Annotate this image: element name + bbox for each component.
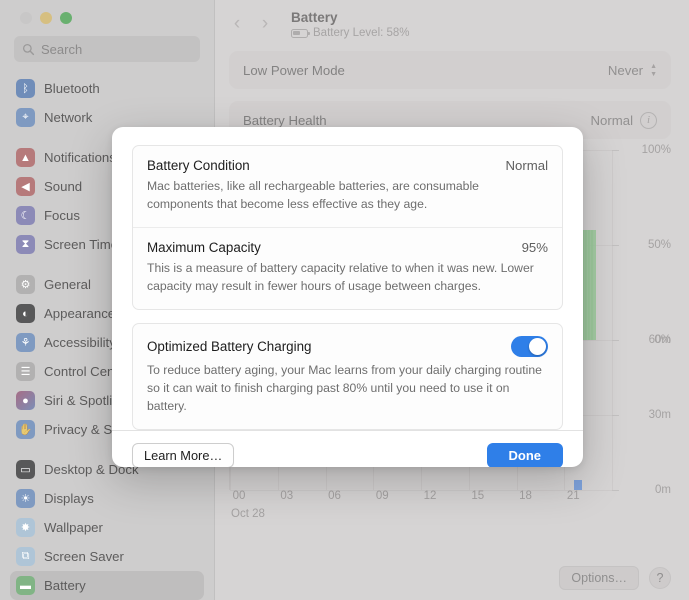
maximum-capacity-value: 95%: [521, 239, 548, 255]
network-icon: ⌖: [16, 108, 35, 127]
sidebar-item-label: Displays: [44, 491, 94, 506]
zoom-button[interactable]: [60, 12, 72, 24]
search-placeholder: Search: [41, 41, 83, 57]
optimized-charging-toggle[interactable]: [511, 335, 548, 357]
appearance-icon: ◐: [16, 304, 35, 323]
sidebar-item-wallpaper[interactable]: ✸ Wallpaper: [10, 513, 204, 542]
siri-icon: ●: [16, 391, 35, 410]
sidebar-item-displays[interactable]: ☀ Displays: [10, 484, 204, 513]
sidebar-item-label: Accessibility: [44, 335, 116, 350]
battery-condition-value: Normal: [505, 158, 549, 173]
battery-health-dialog: Battery Condition Normal Mac batteries, …: [112, 127, 583, 467]
battery-condition-description: Mac batteries, like all rechargeable bat…: [147, 179, 479, 211]
notifications-icon: ▲: [16, 148, 35, 167]
system-settings-window: Search ᛒ Bluetooth ⌖ Network ▲ Notifications ◀…: [0, 0, 689, 600]
displays-icon: ☀: [16, 489, 35, 508]
battery-condition-section: Battery Condition Normal Mac batteries, …: [133, 146, 562, 227]
optimized-charging-title: Optimized Battery Charging: [147, 338, 312, 354]
sidebar-item-label: Screen Saver: [44, 549, 124, 564]
desktop-dock-icon: ▭: [16, 460, 35, 479]
sidebar-item-bluetooth[interactable]: ᛒ Bluetooth: [10, 74, 204, 103]
sidebar-item-label: Wallpaper: [44, 520, 103, 535]
search-input[interactable]: Search: [14, 36, 200, 62]
maximum-capacity-title: Maximum Capacity: [147, 239, 261, 255]
general-icon: ⚙: [16, 275, 35, 294]
dialog-body: Battery Condition Normal Mac batteries, …: [112, 127, 583, 430]
optimized-charging-description: To reduce battery aging, your Mac learns…: [147, 362, 542, 413]
optimized-charging-section: Optimized Battery Charging To reduce bat…: [133, 324, 562, 429]
sidebar-item-label: Sound: [44, 179, 83, 194]
sidebar-item-label: Screen Time: [44, 237, 119, 252]
dialog-footer: Learn More… Done: [112, 429, 583, 467]
screen-saver-icon: ⧉: [16, 547, 35, 566]
accessibility-icon: ⚘: [16, 333, 35, 352]
sidebar-item-label: General: [44, 277, 91, 292]
battery-condition-title: Battery Condition: [147, 158, 250, 173]
condition-capacity-card: Battery Condition Normal Mac batteries, …: [132, 145, 563, 310]
sidebar-item-label: Focus: [44, 208, 80, 223]
sidebar-group-0: ᛒ Bluetooth ⌖ Network: [10, 74, 204, 132]
privacy-icon: ✋: [16, 420, 35, 439]
sidebar-group-3: ▭ Desktop & Dock ☀ Displays ✸ Wallpaper ⧉ Scree…: [10, 455, 204, 600]
control-center-icon: ☰: [16, 362, 35, 381]
sound-icon: ◀: [16, 177, 35, 196]
search-icon: [22, 43, 35, 55]
sidebar-item-label: Battery: [44, 578, 86, 593]
minimize-button[interactable]: [40, 12, 52, 24]
sidebar-item-screen-saver[interactable]: ⧉ Screen Saver: [10, 542, 204, 571]
sidebar-item-battery[interactable]: ▬ Battery: [10, 571, 204, 600]
maximum-capacity-description: This is a measure of battery capacity re…: [147, 260, 534, 293]
learn-more-button[interactable]: Learn More…: [132, 442, 235, 467]
maximum-capacity-section: Maximum Capacity 95% This is a measure o…: [133, 226, 562, 309]
sidebar-item-label: Appearance: [44, 306, 116, 321]
focus-icon: ☾: [16, 206, 35, 225]
sidebar-item-label: Bluetooth: [44, 81, 100, 96]
close-button[interactable]: [20, 12, 32, 24]
wallpaper-icon: ✸: [16, 518, 35, 537]
toggle-knob: [529, 337, 546, 355]
screen-time-icon: ⧗: [16, 235, 35, 254]
sidebar-item-label: Network: [44, 110, 93, 125]
bluetooth-icon: ᛒ: [16, 79, 35, 98]
sidebar-item-label: Notifications: [44, 150, 116, 165]
window-controls: [10, 0, 204, 30]
done-button[interactable]: Done: [486, 442, 563, 467]
battery-icon: ▬: [16, 576, 35, 595]
optimized-charging-card: Optimized Battery Charging To reduce bat…: [132, 322, 563, 430]
